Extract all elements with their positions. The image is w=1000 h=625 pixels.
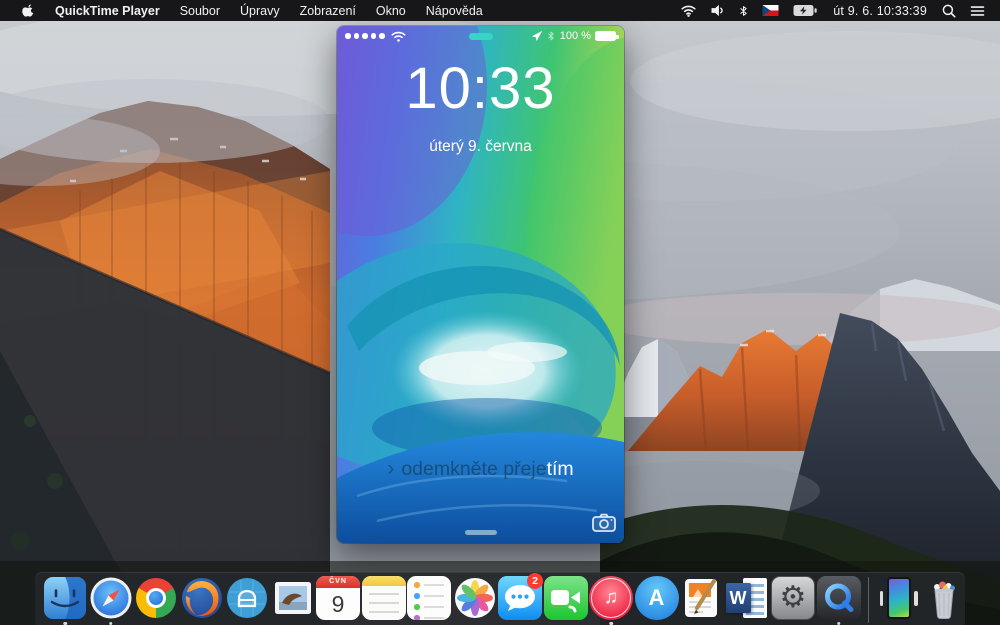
dock-item-trash[interactable] [922,576,966,625]
dock-item-photos[interactable] [453,576,497,625]
spotlight-icon[interactable] [935,4,963,18]
music-note-glyph: ♫ [603,587,619,608]
menu-bar-status: út 9. 6. 10:33:39 [673,4,1000,18]
unlock-chevron-icon: › [387,457,395,480]
photos-icon [454,578,495,618]
phone-battery-icon [595,31,619,41]
recording-indicator-pill [468,33,493,40]
calendar-icon: ČVN 9 [316,576,360,620]
messages-unread-badge: 2 [527,573,543,589]
dock-divider [868,577,869,623]
camera-icon[interactable] [592,513,616,537]
itunes-icon: ♫ [589,576,633,620]
menu-soubor[interactable]: Soubor [170,4,230,18]
dock-item-safari[interactable] [89,576,133,625]
bluetooth-icon[interactable] [732,4,755,18]
app-store-letter: A [648,585,665,610]
dock-item-mail[interactable] [271,576,315,625]
lock-screen-date: úterý 9. června [429,138,532,155]
menu-okno[interactable]: Okno [366,4,416,18]
dock-item-pages[interactable] [680,576,724,625]
gear-glyph: ⚙ [779,580,807,615]
firefox-icon [181,578,222,618]
control-center-grabber[interactable] [464,529,497,535]
dock-item-chrome[interactable] [134,576,178,625]
calendar-day-label: 9 [331,590,345,617]
system-preferences-icon: ⚙ [771,576,815,620]
phone-bluetooth-icon [547,31,554,41]
slide-to-unlock[interactable]: › odemkněte přejetím [337,457,624,481]
quicktime-icon [816,576,861,620]
dock-item-itunes[interactable]: ♫ [589,576,633,625]
reminders-icon [407,576,451,620]
volume-icon[interactable] [704,4,732,17]
dock-item-word[interactable]: W [725,576,770,625]
lock-screen-time: 10:33 [405,56,556,121]
signal-dots-icon [345,33,385,39]
menu-bar-clock[interactable]: út 9. 6. 10:33:39 [825,4,935,18]
dock-item-reminders[interactable] [407,576,451,625]
dock-item-iphone-mirror-window[interactable] [877,576,921,625]
dock-item-quicktime[interactable] [816,576,861,625]
menu-bar-left: QuickTime Player Soubor Úpravy Zobrazení… [0,3,493,18]
dock-item-finder[interactable] [43,576,87,625]
menu-zobrazeni[interactable]: Zobrazení [290,4,366,18]
dock-item-facetime[interactable] [543,576,588,625]
dock-item-messages[interactable]: 2 [498,573,543,625]
location-arrow-icon [531,30,542,42]
notification-center-icon[interactable] [963,5,992,17]
chrome-icon [134,576,178,620]
app-menu-title[interactable]: QuickTime Player [45,4,170,18]
phone-wifi-icon [390,31,406,42]
dock-item-mailbox[interactable] [225,576,269,625]
mail-icon [274,582,311,614]
apple-icon [22,4,34,17]
wifi-icon[interactable] [673,4,704,17]
running-indicator [836,621,841,625]
facetime-icon [543,576,588,620]
trash-full-icon [934,581,955,620]
battery-charging-icon[interactable] [786,4,825,17]
mailbox-icon [227,578,267,618]
notes-icon [361,576,406,620]
calendar-month-label: ČVN [316,576,360,588]
minimized-iphone-window-icon [877,576,921,620]
dock: ČVN 9 2 ♫ A W ⚙ [35,572,965,625]
menu-napoveda[interactable]: Nápověda [416,4,493,18]
running-indicator [108,621,113,625]
battery-percent-label: 100 % [559,30,591,42]
dock-item-notes[interactable] [361,576,406,625]
dock-item-app-store[interactable]: A [634,576,679,625]
word-letter: W [725,583,751,613]
unlock-text-dim: odemkněte přeje [401,458,547,480]
menu-bar: QuickTime Player Soubor Úpravy Zobrazení… [0,0,1000,21]
running-indicator [609,621,613,625]
app-store-icon: A [634,576,679,620]
unlock-text-bright: tím [546,458,574,480]
safari-icon [90,577,131,619]
keyboard-layout-czech-flag-icon[interactable] [755,5,786,16]
menu-upravy[interactable]: Úpravy [230,4,290,18]
apple-menu[interactable] [12,3,45,18]
desktop: QuickTime Player Soubor Úpravy Zobrazení… [0,0,1000,625]
quicktime-iphone-mirror-window[interactable]: 100 % 10:33 úterý 9. června › odemkněte p… [337,26,624,543]
running-indicator [63,621,67,625]
dock-item-firefox[interactable] [180,576,224,625]
finder-icon [44,577,86,619]
word-icon: W [725,576,770,620]
dock-item-system-preferences[interactable]: ⚙ [771,576,815,625]
dock-item-calendar[interactable]: ČVN 9 [316,576,360,625]
pages-icon [685,579,717,617]
